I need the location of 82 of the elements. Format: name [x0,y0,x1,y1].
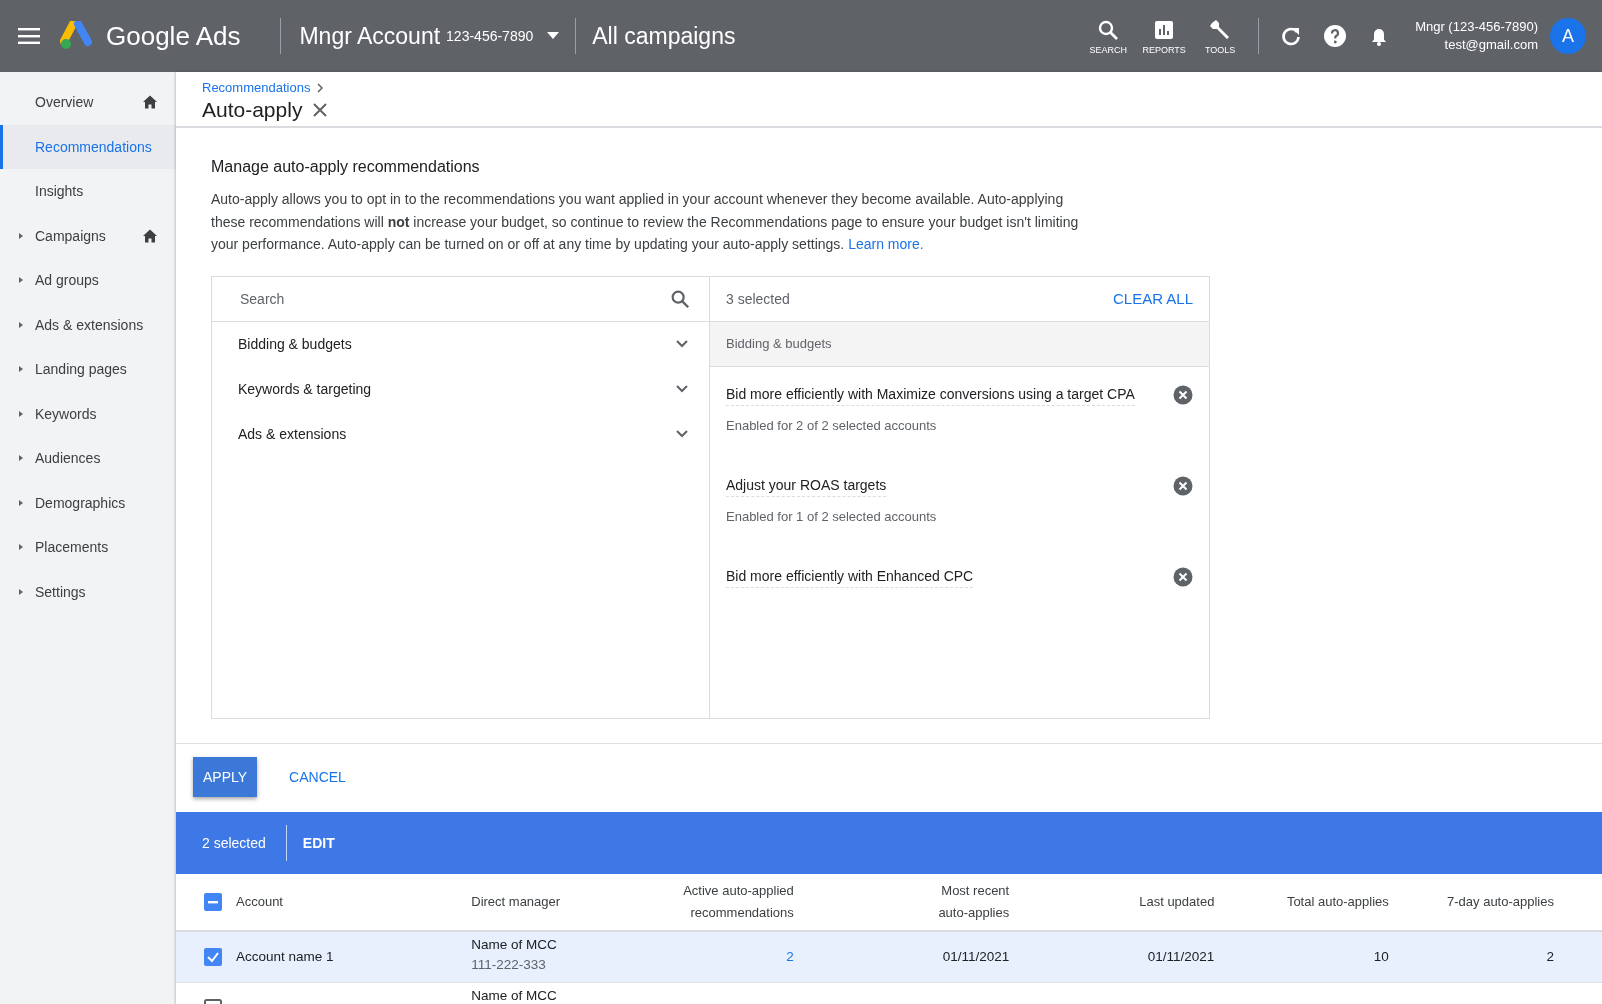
manager-id: 111-222-333 [471,955,547,973]
selected-count: 3 selected [726,290,790,307]
account-name[interactable]: Mngr Account [299,22,441,50]
category-item[interactable]: Keywords & targeting [212,366,709,412]
recommendations-count-link[interactable]: 2 [786,949,794,964]
page-title: Auto-apply [202,98,303,122]
date-cell: 01/11/2021 [942,949,1010,964]
column-header[interactable]: Last updated [1139,890,1215,913]
recommendation-title: Bid more efficiently with Enhanced CPC [726,567,974,588]
account-name-cell[interactable]: Account name 1 [236,948,334,965]
expand-arrow-icon [17,276,25,285]
avatar[interactable]: A [1550,18,1586,54]
recommendation-title: Adjust your ROAS targets [726,476,887,497]
edit-button[interactable]: EDIT [302,834,335,851]
column-header[interactable]: Direct manager [471,890,561,913]
sidebar-item[interactable]: Recommendations [0,124,176,169]
sidebar-item[interactable]: Demographics [0,480,176,525]
checkbox[interactable] [204,947,222,966]
column-header[interactable]: Most recent auto-applies [919,879,1010,924]
section-title: Manage auto-apply recommendations [211,158,481,176]
home-icon [142,94,158,111]
menu-icon[interactable] [18,28,40,44]
expand-arrow-icon [17,587,25,596]
toolbar-button[interactable]: REPORTS [1136,17,1193,55]
manager-name: Name of MCC [471,986,558,1004]
chevron-right-icon [316,82,325,93]
description-text: Auto-apply allows you to opt in to the recommendations you want applied in your account whenever they become available. Auto-applying these recommendations will not increase your budget, so continue to review the Recommendations page to ensure your budget isn't limiting your performance. Auto-apply can be turned on or off at any time by updating your auto-apply settings. Learn more. [211,190,1080,254]
expand-arrow-icon [17,454,25,463]
remove-icon[interactable] [1173,384,1193,405]
sidebar-item[interactable]: Keywords [0,391,176,436]
clear-all-button[interactable]: CLEAR ALL [1112,290,1193,307]
category-item[interactable]: Bidding & budgets [212,321,709,367]
remove-icon[interactable] [1173,475,1193,496]
expand-arrow-icon [17,498,25,507]
sidebar-item[interactable]: Audiences [0,436,176,481]
chevron-icon[interactable] [675,339,689,349]
count-cell: 2 [1546,949,1554,964]
column-header[interactable]: Account [236,890,283,913]
expand-arrow-icon [17,231,25,240]
checkbox[interactable] [204,892,222,911]
user-email: test@gmail.com [1443,36,1538,54]
sidebar-item[interactable]: Placements [0,525,176,570]
column-header[interactable]: Total auto-applies [1286,890,1389,913]
selection-count: 2 selected [202,834,266,851]
home-icon [142,227,158,244]
recommendation-detail: Enabled for 1 of 2 selected accounts [726,508,938,524]
manager-name: Name of MCC [471,935,558,953]
sidebar-item[interactable]: Campaigns [0,213,176,258]
sidebar-item[interactable]: Settings [0,569,176,614]
expand-arrow-icon [17,320,25,329]
help-icon[interactable] [1323,24,1348,48]
recommendation-detail: Enabled for 2 of 2 selected accounts [726,417,938,433]
remove-icon[interactable] [1173,566,1193,587]
chevron-icon[interactable] [675,429,689,439]
sidebar-item[interactable]: Insights [0,169,176,214]
sidebar-item[interactable]: Overview [0,80,176,125]
category-item[interactable]: Ads & extensions [212,411,709,457]
close-icon[interactable] [312,102,329,118]
column-header[interactable]: 7-day auto-applies [1447,890,1554,913]
expand-arrow-icon [17,365,25,374]
user-name: Mngr (123-456-7890) [1415,18,1538,36]
sidebar-item[interactable]: Ad groups [0,258,176,303]
toolbar-button[interactable]: TOOLS [1192,17,1249,55]
expand-arrow-icon [17,543,25,552]
toolbar-button[interactable]: SEARCH [1080,17,1137,55]
sidebar-item[interactable]: Landing pages [0,347,176,392]
learn-more-link[interactable]: Learn more. [848,236,924,252]
date-cell: 01/11/2021 [1147,949,1215,964]
breadcrumb-link[interactable]: Recommendations [202,80,325,95]
campaign-scope[interactable]: All campaigns [592,22,736,50]
sidebar-item[interactable]: Ads & extensions [0,302,176,347]
cancel-button[interactable]: CANCEL [277,769,358,785]
group-header: Bidding & budgets [710,321,1209,367]
chevron-icon[interactable] [675,384,689,394]
expand-arrow-icon [17,409,25,418]
recommendation-title: Bid more efficiently with Maximize conversions using a target CPA [726,385,1135,406]
dropdown-caret-icon[interactable] [547,32,560,40]
apply-button[interactable]: APPLY [193,757,258,797]
account-id: 123-456-7890 [446,28,534,44]
product-name: Google Ads [106,20,241,52]
count-cell: 10 [1373,949,1389,964]
column-header[interactable]: Active auto-applied recommendations [663,879,794,924]
